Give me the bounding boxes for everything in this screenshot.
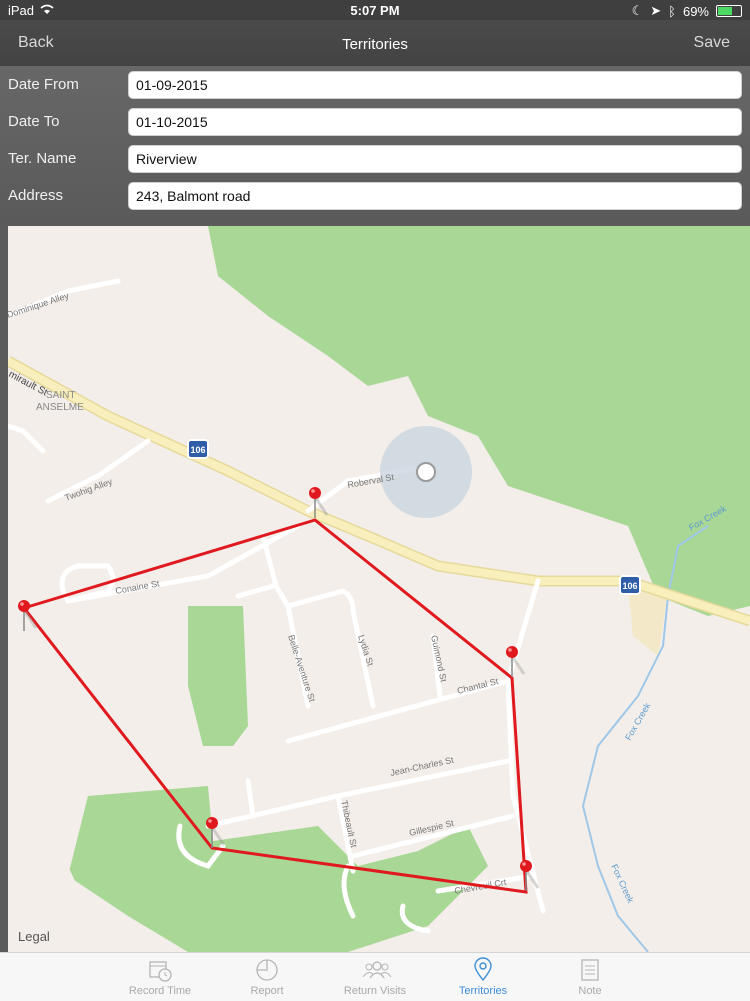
- address-label: Address: [8, 187, 64, 204]
- tab-label: Territories: [458, 985, 508, 997]
- status-bar: iPad 5:07 PM ☾ ➤ ᛒ 69%: [0, 0, 750, 20]
- date-from-row: Date From: [0, 71, 750, 101]
- date-to-field[interactable]: [128, 108, 742, 136]
- street: [8, 423, 46, 454]
- street: [235, 583, 276, 599]
- place-label: SAINT: [46, 390, 75, 401]
- moon-icon: ☾: [631, 3, 644, 18]
- route-shield: 106: [187, 439, 209, 459]
- street-label: Guimond St: [429, 634, 449, 683]
- tab-note[interactable]: Note: [535, 953, 645, 1001]
- ter-name-label: Ter. Name: [8, 150, 77, 167]
- place-label: ANSELME: [36, 402, 84, 413]
- tab-record-time[interactable]: Record Time: [105, 953, 215, 1001]
- map-view[interactable]: 106 106 Dominique Alley mirault St SAINT…: [8, 226, 750, 952]
- pie-chart-icon: [254, 957, 280, 983]
- date-from-label: Date From: [8, 76, 79, 93]
- map-pin-icon: [470, 957, 496, 983]
- park-area: [208, 226, 750, 616]
- tab-bar: Record Time Report Return Visits Territo…: [0, 952, 750, 1001]
- tab-label: Report: [250, 985, 284, 997]
- svg-text:106: 106: [622, 581, 637, 591]
- svg-text:106: 106: [190, 445, 205, 455]
- park-area: [188, 606, 248, 746]
- battery-percent: 69%: [682, 3, 709, 19]
- street-label: Dominique Alley: [8, 290, 70, 320]
- tab-label: Record Time: [128, 985, 192, 997]
- date-to-label: Date To: [8, 113, 60, 130]
- page-title: Territories: [342, 36, 408, 53]
- ter-name-row: Ter. Name: [0, 145, 750, 175]
- tab-territories[interactable]: Territories: [428, 953, 538, 1001]
- save-button[interactable]: Save: [694, 34, 730, 52]
- river-label: Fox Creek: [609, 863, 636, 905]
- street: [245, 778, 256, 819]
- street-label: Belle-Aventure St: [286, 634, 317, 704]
- calendar-clock-icon: [147, 957, 173, 983]
- tab-label: Note: [578, 985, 602, 997]
- navigation-bar: Back Territories Save: [0, 20, 750, 66]
- people-icon: [362, 957, 392, 983]
- territory-form: Date From Date To Ter. Name Address: [0, 66, 750, 226]
- street: [45, 438, 151, 504]
- tab-report[interactable]: Report: [212, 953, 322, 1001]
- tab-return-visits[interactable]: Return Visits: [320, 953, 430, 1001]
- legal-link[interactable]: Legal: [18, 929, 50, 944]
- route-shield: 106: [619, 575, 641, 595]
- address-field[interactable]: [128, 182, 742, 210]
- bluetooth-icon: ᛒ: [668, 3, 676, 19]
- battery-icon: [716, 5, 742, 17]
- date-to-row: Date To: [0, 108, 750, 138]
- river-label: Fox Creek: [623, 701, 653, 742]
- ter-name-field[interactable]: [128, 145, 742, 173]
- note-icon: [577, 957, 603, 983]
- tab-label: Return Visits: [343, 985, 407, 997]
- street-label: Chantal St: [456, 676, 500, 696]
- user-location-dot[interactable]: [416, 462, 436, 482]
- location-arrow-icon: ➤: [650, 3, 662, 18]
- street-label: Conaine St: [115, 578, 161, 596]
- address-row: Address: [0, 182, 750, 212]
- date-from-field[interactable]: [128, 71, 742, 99]
